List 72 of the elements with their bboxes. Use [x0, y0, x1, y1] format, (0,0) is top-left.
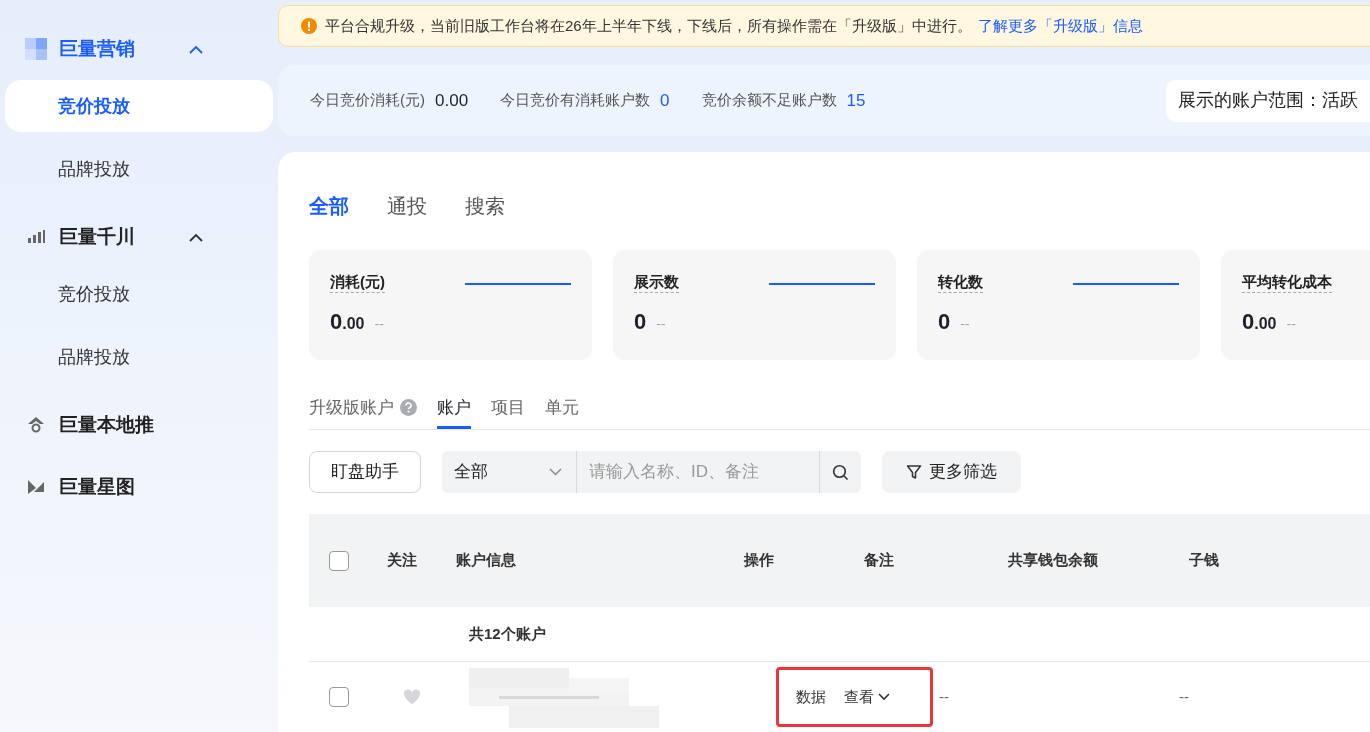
scope-select-value: 全部: [454, 461, 488, 484]
more-filters-button[interactable]: 更多筛选: [882, 451, 1021, 493]
channel-tab[interactable]: 通投: [387, 191, 427, 221]
nav-group[interactable]: 巨量本地推: [5, 407, 273, 443]
nav-item[interactable]: 品牌投放: [5, 143, 273, 195]
column-header: 共享钱包余额: [1008, 551, 1099, 569]
stat-label: 竞价余额不足账户数: [701, 90, 837, 111]
level-tab[interactable]: 升级版账户: [309, 389, 417, 429]
filter-icon: [906, 464, 922, 480]
metric-value: 0: [938, 308, 951, 336]
nav-item[interactable]: 竞价投放: [5, 80, 273, 132]
chevron-up-icon[interactable]: [189, 232, 203, 242]
chevron-down-icon: [549, 468, 562, 476]
metric-label: 展示数: [634, 272, 679, 293]
stat-value[interactable]: 0: [660, 87, 670, 114]
level-tab[interactable]: 单元: [545, 389, 579, 429]
data-link[interactable]: 数据: [796, 685, 826, 709]
stat-label: 今日竞价消耗(元): [310, 90, 425, 111]
metric-change: --: [656, 315, 666, 334]
metric-label: 消耗(元): [330, 272, 385, 293]
bars-icon: [27, 230, 45, 244]
stat-value: 0.00: [435, 89, 469, 112]
nav-group[interactable]: 巨量营销: [5, 31, 273, 67]
channel-tab[interactable]: 全部: [309, 191, 349, 221]
view-dropdown[interactable]: 查看: [844, 685, 890, 709]
search-button[interactable]: [819, 451, 861, 493]
metric-label: 平均转化成本: [1242, 272, 1332, 293]
pin-icon: [27, 416, 45, 434]
stat-label: 今日竞价有消耗账户数: [500, 90, 651, 111]
metric-change: --: [960, 315, 970, 334]
nav-group-label: 巨量营销: [59, 36, 136, 61]
checkbox[interactable]: [329, 687, 349, 707]
balance-cell-text: --: [1179, 686, 1189, 707]
metric-change: --: [374, 315, 384, 334]
notice-text: 平台合规升级，当前旧版工作台将在26年上半年下线，下线后，所有操作需在「升级版」中进行。: [325, 15, 972, 36]
checkbox[interactable]: [329, 550, 349, 571]
dish-icon: [27, 479, 45, 495]
help-icon[interactable]: [400, 399, 417, 416]
metric-value: 0.00: [330, 308, 365, 336]
warning-icon: [301, 18, 317, 35]
account-scope-select[interactable]: 展示的账户范围：活跃: [1166, 79, 1370, 122]
learn-more-link[interactable]: 了解更多「升级版」信息: [977, 14, 1143, 38]
nav-group[interactable]: 巨量千川: [5, 219, 273, 255]
account-count: 共12个账户: [469, 623, 546, 644]
search-field[interactable]: 请输入名称、ID、备注: [576, 451, 819, 493]
nav-group-label: 巨量千川: [59, 224, 136, 249]
metric-label: 转化数: [938, 272, 983, 293]
column-header: 操作: [743, 551, 774, 569]
squares-icon: [25, 38, 47, 60]
stat-value[interactable]: 15: [846, 87, 866, 114]
metric-change: --: [1286, 315, 1296, 334]
nav-item[interactable]: 品牌投放: [5, 331, 273, 383]
search-icon: [832, 463, 849, 481]
column-header: 关注: [386, 551, 417, 569]
level-tab[interactable]: 项目: [491, 389, 525, 429]
nav-group-label: 巨量本地推: [59, 412, 155, 437]
assistant-button[interactable]: 盯盘助手: [309, 451, 421, 493]
scope-select[interactable]: 全部: [442, 451, 576, 493]
column-header: 备注: [863, 551, 894, 569]
table-row[interactable]: 数据 查看 -- --: [309, 662, 1370, 732]
metric-value: 0: [634, 308, 647, 336]
metric-value: 0.00: [1242, 308, 1277, 336]
channel-tab[interactable]: 搜索: [465, 191, 505, 221]
heart-icon[interactable]: [403, 689, 421, 705]
note-cell: --: [939, 687, 949, 705]
level-tab[interactable]: 账户: [437, 389, 471, 429]
nav-group[interactable]: 巨量星图: [5, 469, 273, 505]
column-header: 账户信息: [455, 551, 516, 569]
column-header: 子钱: [1189, 551, 1220, 569]
nav-item[interactable]: 竞价投放: [5, 268, 273, 320]
nav-group-label: 巨量星图: [59, 474, 136, 499]
chevron-down-icon: [878, 693, 890, 701]
